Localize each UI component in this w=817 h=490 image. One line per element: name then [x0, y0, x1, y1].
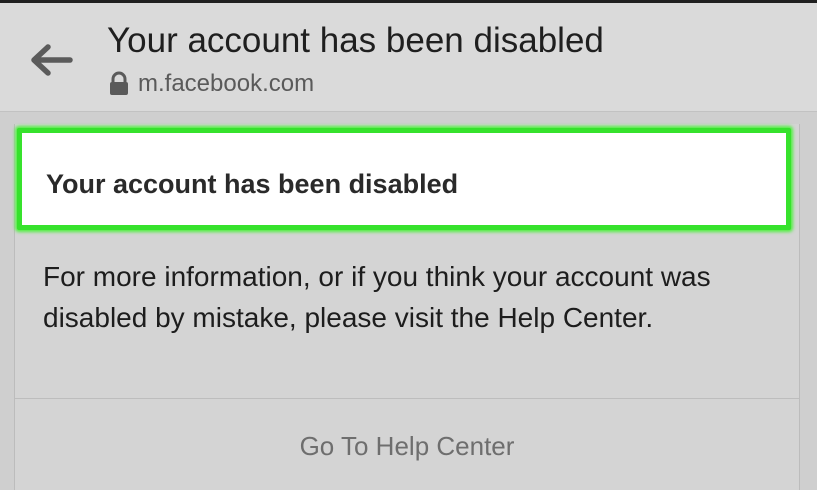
- account-disabled-dialog: Your account has been disabled For more …: [14, 124, 800, 490]
- url-text: m.facebook.com: [138, 70, 315, 97]
- dialog-header-highlighted: Your account has been disabled: [17, 128, 791, 230]
- help-button-label: Go To Help Center: [299, 431, 515, 461]
- back-button[interactable]: [26, 37, 76, 83]
- screen: Your account has been disabled m.faceboo…: [0, 0, 817, 490]
- page-title: Your account has been disabled: [107, 21, 604, 60]
- url-bar[interactable]: m.facebook.com: [108, 69, 314, 99]
- dialog-title: Your account has been disabled: [46, 169, 459, 199]
- dialog-message: For more information, or if you think yo…: [43, 261, 711, 333]
- go-to-help-center-button[interactable]: Go To Help Center: [15, 399, 799, 490]
- back-arrow-icon: [26, 37, 76, 83]
- lock-icon: [108, 71, 130, 97]
- browser-header: Your account has been disabled m.faceboo…: [0, 3, 817, 112]
